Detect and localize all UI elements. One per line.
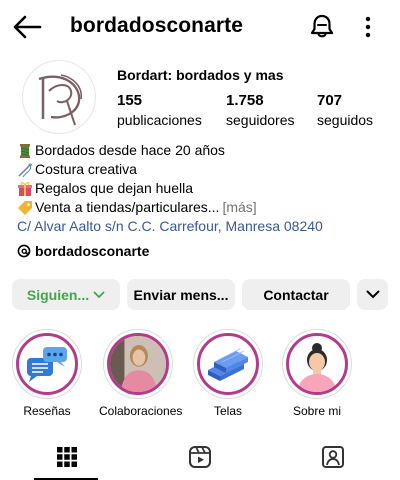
bio-line: Venta a tiendas/particulares... [más] bbox=[17, 198, 323, 217]
highlight-ring bbox=[193, 329, 263, 399]
highlight-cover bbox=[286, 333, 348, 395]
contact-button-label: Contactar bbox=[263, 286, 329, 303]
chevron-down-icon bbox=[93, 291, 105, 298]
chevron-down-icon bbox=[366, 290, 379, 299]
price-tag-icon bbox=[18, 200, 32, 215]
following-label: seguidos bbox=[317, 112, 374, 128]
bio-line: Costura creativa bbox=[17, 160, 323, 179]
bio-line: Regalos que dejan huella bbox=[17, 179, 323, 198]
following-stat[interactable]: 707 seguidos bbox=[317, 92, 373, 128]
gift-icon bbox=[18, 181, 32, 196]
bio-text: Venta a tiendas/particulares... bbox=[35, 199, 220, 215]
following-button-label: Siguien... bbox=[26, 286, 90, 303]
sewing-needle-icon bbox=[18, 163, 32, 177]
following-count: 707 bbox=[317, 92, 343, 109]
highlight-label: Reseñas bbox=[23, 404, 71, 418]
suggestions-dropdown-button[interactable] bbox=[357, 279, 388, 310]
highlight-label: Colaboraciones bbox=[99, 404, 183, 418]
highlight-ring bbox=[103, 329, 173, 399]
profile-bio: Bordados desde hace 20 años Costura crea… bbox=[17, 141, 323, 236]
highlight-label: Sobre mi bbox=[292, 404, 342, 418]
highlight-sobre-mi[interactable]: Sobre mi bbox=[278, 329, 356, 418]
chat-bubbles-icon bbox=[27, 347, 67, 382]
notification-bell-icon[interactable] bbox=[309, 13, 335, 41]
message-button[interactable]: Enviar mens... bbox=[127, 279, 235, 310]
posts-stat[interactable]: 155 publicaciones bbox=[117, 92, 202, 128]
threads-handle: bordadosconarte bbox=[35, 243, 150, 259]
highlight-label: Telas bbox=[213, 404, 242, 418]
tagged-tab-icon[interactable] bbox=[320, 444, 346, 470]
profile-tabs bbox=[0, 434, 400, 480]
threads-badge[interactable]: bordadosconarte bbox=[17, 243, 149, 259]
message-button-label: Enviar mens... bbox=[133, 286, 229, 303]
thread-spool-icon bbox=[20, 143, 30, 158]
followers-count: 1.758 bbox=[226, 92, 264, 109]
highlight-ring bbox=[282, 329, 352, 399]
threads-icon bbox=[17, 244, 31, 258]
highlight-cover bbox=[16, 333, 78, 395]
address-link[interactable]: C/ Alvar Aalto s/n C.C. Carrefour, Manre… bbox=[17, 217, 323, 236]
highlight-telas[interactable]: Telas bbox=[189, 329, 267, 418]
followers-label: seguidores bbox=[226, 112, 295, 128]
woman-avatar-icon bbox=[297, 343, 337, 392]
following-button[interactable]: Siguien... bbox=[12, 279, 120, 310]
bio-more-link[interactable]: [más] bbox=[222, 198, 256, 217]
highlight-cover bbox=[197, 333, 259, 395]
more-options-icon[interactable] bbox=[361, 15, 375, 39]
highlight-colaboraciones[interactable]: Colaboraciones bbox=[99, 329, 183, 418]
display-name: Bordart: bordados y mas bbox=[117, 67, 284, 83]
bio-line: Bordados desde hace 20 años bbox=[17, 141, 323, 160]
highlight-ring bbox=[12, 329, 82, 399]
bio-text: Bordados desde hace 20 años bbox=[35, 142, 225, 158]
profile-avatar[interactable] bbox=[22, 60, 96, 134]
reels-tab-icon[interactable] bbox=[187, 444, 213, 470]
bio-address-line[interactable]: C/ Alvar Aalto s/n C.C. Carrefour, Manre… bbox=[17, 217, 323, 236]
posts-label: publicaciones bbox=[117, 112, 202, 128]
highlight-resenas[interactable]: Reseñas bbox=[8, 329, 86, 418]
fabric-rolls-icon bbox=[208, 348, 248, 381]
profile-username: bordadosconarte bbox=[70, 14, 244, 37]
top-bar: bordadosconarte bbox=[0, 0, 400, 54]
posts-count: 155 bbox=[117, 92, 143, 109]
back-arrow-icon[interactable] bbox=[12, 14, 42, 40]
contact-button[interactable]: Contactar bbox=[242, 279, 350, 310]
bio-text: Costura creativa bbox=[35, 161, 137, 177]
followers-stat[interactable]: 1.758 seguidores bbox=[226, 92, 295, 128]
person-photo-image bbox=[110, 336, 166, 392]
highlight-cover bbox=[107, 333, 169, 395]
posts-grid-tab-icon[interactable] bbox=[54, 444, 80, 470]
brand-logo-image bbox=[38, 74, 83, 126]
bio-text: Regalos que dejan huella bbox=[35, 180, 194, 196]
